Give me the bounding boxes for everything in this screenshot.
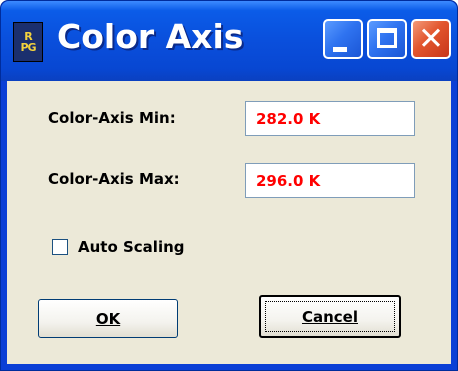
- close-button[interactable]: ✕: [411, 19, 451, 59]
- window-title: Color Axis: [57, 17, 244, 56]
- color-axis-min-input[interactable]: 282.0 K: [245, 101, 415, 136]
- app-icon-text-bottom: PG: [20, 41, 36, 54]
- close-icon: ✕: [418, 21, 444, 57]
- minimize-button[interactable]: [323, 19, 363, 59]
- minimize-icon: [333, 47, 347, 52]
- maximize-icon: [377, 28, 397, 48]
- dialog-body: Color-Axis Min: 282.0 K Color-Axis Max: …: [7, 81, 451, 364]
- color-axis-max-label: Color-Axis Max:: [48, 170, 180, 188]
- ok-button[interactable]: OK: [38, 299, 178, 338]
- dialog-window: R PG Color Axis ✕ Color-Axis Min: 282.0 …: [0, 0, 458, 371]
- color-axis-max-input[interactable]: 296.0 K: [245, 163, 415, 198]
- app-icon[interactable]: R PG: [13, 22, 43, 62]
- ok-button-label: OK: [95, 309, 121, 328]
- auto-scaling-checkbox[interactable]: [52, 239, 68, 255]
- cancel-button[interactable]: Cancel: [259, 295, 401, 338]
- auto-scaling-label[interactable]: Auto Scaling: [78, 238, 185, 256]
- title-bar[interactable]: R PG Color Axis ✕: [1, 1, 457, 81]
- focus-rectangle: [265, 301, 395, 332]
- color-axis-min-label: Color-Axis Min:: [48, 109, 176, 127]
- maximize-button[interactable]: [367, 19, 407, 59]
